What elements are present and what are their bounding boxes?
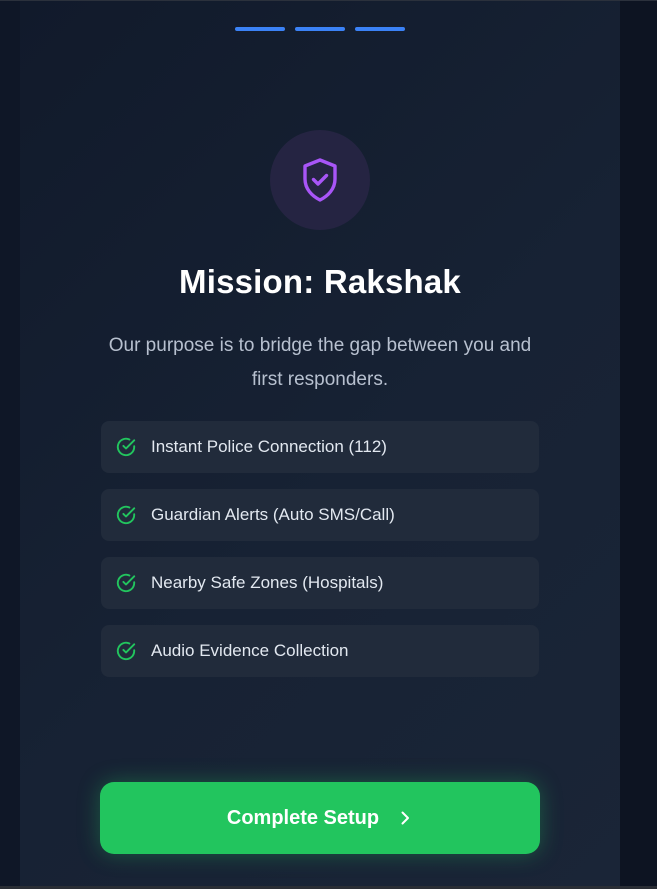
progress-step-2 bbox=[295, 27, 345, 31]
onboarding-panel: Mission: Rakshak Our purpose is to bridg… bbox=[20, 1, 620, 886]
check-circle-icon bbox=[116, 641, 136, 661]
complete-setup-label: Complete Setup bbox=[226, 806, 380, 829]
right-gutter bbox=[620, 1, 657, 886]
check-circle-icon bbox=[116, 573, 136, 593]
feature-item-safe-zones: Nearby Safe Zones (Hospitals) bbox=[101, 557, 539, 609]
feature-list: Instant Police Connection (112) Guardian… bbox=[101, 421, 539, 693]
shield-check-icon bbox=[303, 158, 337, 202]
mission-description: Our purpose is to bridge the gap between… bbox=[108, 335, 532, 390]
progress-step-1 bbox=[235, 27, 285, 31]
progress-step-3 bbox=[355, 27, 405, 31]
left-gutter bbox=[0, 1, 20, 886]
chevron-right-icon bbox=[401, 811, 410, 825]
feature-label: Guardian Alerts (Auto SMS/Call) bbox=[151, 505, 395, 524]
feature-label: Audio Evidence Collection bbox=[151, 641, 349, 660]
complete-setup-button[interactable]: Complete Setup bbox=[100, 782, 540, 854]
check-circle-icon bbox=[116, 505, 136, 525]
shield-badge bbox=[270, 130, 370, 230]
app-window: Mission: Rakshak Our purpose is to bridg… bbox=[0, 0, 657, 889]
feature-item-police: Instant Police Connection (112) bbox=[101, 421, 539, 473]
check-circle-icon bbox=[116, 437, 136, 457]
feature-label: Instant Police Connection (112) bbox=[151, 437, 387, 456]
feature-item-audio-evidence: Audio Evidence Collection bbox=[101, 625, 539, 677]
feature-label: Nearby Safe Zones (Hospitals) bbox=[151, 573, 384, 592]
feature-item-guardian-alerts: Guardian Alerts (Auto SMS/Call) bbox=[101, 489, 539, 541]
page-title: Mission: Rakshak bbox=[179, 263, 461, 300]
step-progress-indicator bbox=[235, 27, 405, 31]
